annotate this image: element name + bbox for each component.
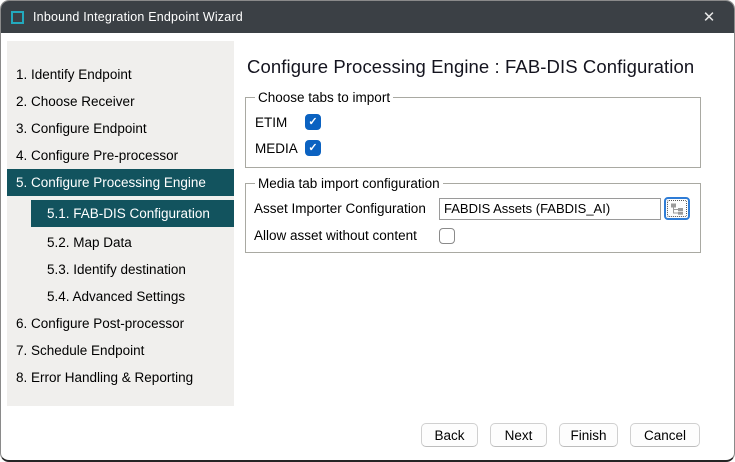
sidebar-item-configure-pre-processor[interactable]: 4. Configure Pre-processor [7,142,234,169]
choose-tabs-group: Choose tabs to import ETIM ✓ MEDIA ✓ [245,90,701,168]
tree-icon [670,203,684,215]
media-row: MEDIA ✓ [254,135,692,161]
asset-importer-row: Asset Importer Configuration [254,195,692,222]
sidebar-item-map-data[interactable]: 5.2. Map Data [7,229,234,256]
etim-label: ETIM [255,115,305,130]
wizard-dialog: Inbound Integration Endpoint Wizard ✕ 1.… [0,0,735,462]
back-button[interactable]: Back [421,423,478,447]
sidebar-item-error-handling-reporting[interactable]: 8. Error Handling & Reporting [7,364,234,391]
allow-asset-row: Allow asset without content ✓ [254,222,692,249]
title-bar: Inbound Integration Endpoint Wizard ✕ [1,1,734,33]
window-title: Inbound Integration Endpoint Wizard [33,10,243,24]
sidebar-item-label: 4. Configure Pre-processor [16,148,178,163]
sidebar-item-identify-endpoint[interactable]: 1. Identify Endpoint [7,61,234,88]
sidebar-item-label: 2. Choose Receiver [16,94,135,109]
sidebar-item-label: 6. Configure Post-processor [16,316,184,331]
sidebar-item-label: 7. Schedule Endpoint [16,343,144,358]
cancel-button[interactable]: Cancel [630,423,700,447]
checkmark-icon: ✓ [308,143,317,154]
sidebar-item-advanced-settings[interactable]: 5.4. Advanced Settings [7,283,234,310]
media-checkbox[interactable]: ✓ [305,140,321,156]
sidebar-item-choose-receiver[interactable]: 2. Choose Receiver [7,88,234,115]
allow-asset-checkbox[interactable]: ✓ [439,228,455,244]
next-button[interactable]: Next [490,423,547,447]
page-title: Configure Processing Engine : FAB-DIS Co… [247,56,727,78]
sidebar-item-label: 5.1. FAB-DIS Configuration [47,206,210,221]
close-icon[interactable]: ✕ [694,2,724,32]
sidebar-item-identify-destination[interactable]: 5.3. Identify destination [7,256,234,283]
sidebar-item-label: 5.4. Advanced Settings [47,289,185,304]
media-import-legend: Media tab import configuration [255,176,443,191]
wizard-steps-sidebar: 1. Identify Endpoint 2. Choose Receiver … [7,41,234,406]
sidebar-item-configure-post-processor[interactable]: 6. Configure Post-processor [7,310,234,337]
app-icon [11,11,24,24]
sidebar-item-label: 5. Configure Processing Engine [16,175,206,190]
etim-checkbox[interactable]: ✓ [305,114,321,130]
sidebar-item-label: 5.2. Map Data [47,235,132,250]
browse-button[interactable] [664,197,690,220]
sidebar-item-configure-processing-engine[interactable]: 5. Configure Processing Engine [7,169,234,196]
sidebar-item-label: 8. Error Handling & Reporting [16,370,193,385]
choose-tabs-fieldset: Choose tabs to import ETIM ✓ MEDIA ✓ [245,90,701,168]
media-label: MEDIA [255,141,305,156]
sidebar-item-label: 3. Configure Endpoint [16,121,147,136]
sidebar-item-fab-dis-configuration[interactable]: 5.1. FAB-DIS Configuration [31,200,234,227]
etim-row: ETIM ✓ [254,109,692,135]
media-import-fieldset: Media tab import configuration Asset Imp… [245,176,701,253]
sidebar-item-configure-endpoint[interactable]: 3. Configure Endpoint [7,115,234,142]
sidebar-item-schedule-endpoint[interactable]: 7. Schedule Endpoint [7,337,234,364]
asset-importer-input[interactable] [439,198,661,220]
asset-importer-label: Asset Importer Configuration [254,201,439,216]
sidebar-item-label: 5.3. Identify destination [47,262,186,277]
choose-tabs-legend: Choose tabs to import [255,90,393,105]
sidebar-item-label: 1. Identify Endpoint [16,67,132,82]
finish-button[interactable]: Finish [559,423,618,447]
allow-asset-label: Allow asset without content [254,228,439,243]
wizard-nav-buttons: Back Next Finish Cancel [421,423,700,447]
media-import-group: Media tab import configuration Asset Imp… [245,176,701,253]
checkmark-icon: ✓ [308,117,317,128]
